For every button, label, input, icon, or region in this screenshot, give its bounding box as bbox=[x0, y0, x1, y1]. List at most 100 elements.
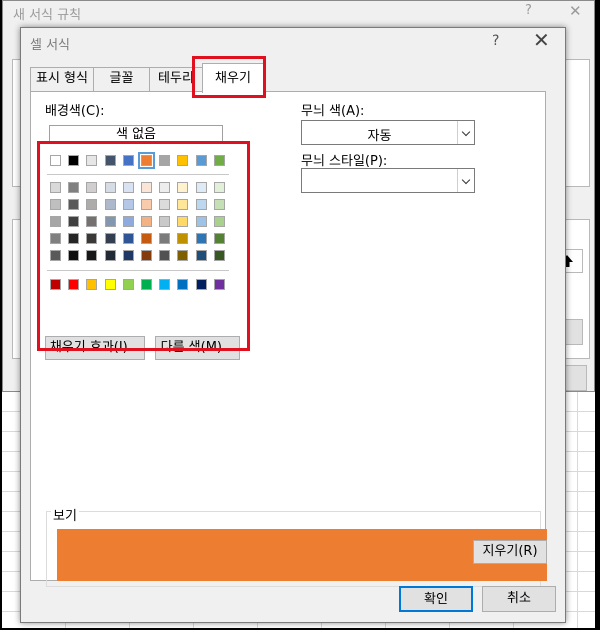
color-swatch[interactable] bbox=[177, 199, 189, 210]
color-swatch[interactable] bbox=[195, 199, 207, 210]
bg-close-icon[interactable]: ✕ bbox=[569, 2, 582, 20]
palette-divider bbox=[47, 174, 229, 175]
color-swatch[interactable] bbox=[50, 250, 61, 261]
new-format-rule-title: 새 서식 규칙 bbox=[13, 8, 82, 23]
color-swatch[interactable] bbox=[104, 199, 116, 210]
palette-divider bbox=[47, 270, 229, 271]
pattern-style-dropdown[interactable] bbox=[301, 168, 475, 193]
color-swatch[interactable] bbox=[159, 233, 171, 244]
color-swatch[interactable] bbox=[141, 250, 152, 261]
color-swatch[interactable] bbox=[86, 155, 98, 166]
color-swatch[interactable] bbox=[50, 155, 61, 166]
color-swatch[interactable] bbox=[50, 199, 61, 210]
color-swatch[interactable] bbox=[195, 182, 207, 193]
color-swatch[interactable] bbox=[213, 216, 225, 227]
pattern-color-value: 자동 bbox=[367, 129, 392, 144]
background-color-label: 배경색(C): bbox=[45, 104, 105, 119]
preview-label: 보기 bbox=[51, 505, 79, 524]
more-colors-button[interactable]: 다른 색(M)... bbox=[155, 336, 240, 360]
chevron-down-icon bbox=[457, 169, 474, 192]
color-swatch[interactable] bbox=[104, 182, 116, 193]
color-swatch[interactable] bbox=[104, 250, 116, 261]
standard-color-swatch[interactable] bbox=[68, 279, 80, 290]
color-swatch[interactable] bbox=[138, 152, 155, 169]
color-swatch[interactable] bbox=[141, 233, 152, 244]
color-swatch[interactable] bbox=[68, 182, 80, 193]
tab-number[interactable]: 표시 형식 bbox=[30, 67, 94, 91]
color-swatch[interactable] bbox=[86, 250, 98, 261]
color-swatch[interactable] bbox=[86, 182, 98, 193]
color-swatch[interactable] bbox=[104, 233, 116, 244]
pattern-color-label: 무늬 색(A): bbox=[301, 104, 365, 119]
color-swatch[interactable] bbox=[213, 182, 225, 193]
pattern-style-label: 무늬 스타일(P): bbox=[301, 154, 388, 169]
color-swatch[interactable] bbox=[159, 216, 171, 227]
color-swatch[interactable] bbox=[122, 199, 134, 210]
color-swatch[interactable] bbox=[195, 155, 207, 166]
standard-color-swatch[interactable] bbox=[86, 279, 98, 290]
standard-color-swatch[interactable] bbox=[159, 279, 171, 290]
standard-color-swatch[interactable] bbox=[195, 279, 207, 290]
ok-button[interactable]: 확인 bbox=[399, 586, 473, 612]
color-swatch[interactable] bbox=[68, 216, 80, 227]
help-icon[interactable]: ? bbox=[492, 33, 499, 49]
no-color-button[interactable]: 색 없음 bbox=[49, 125, 223, 144]
standard-color-swatch[interactable] bbox=[50, 279, 61, 290]
fill-effects-button[interactable]: 채우기 효과(I)... bbox=[45, 336, 145, 360]
pattern-color-dropdown[interactable]: 자동 bbox=[301, 120, 475, 145]
color-swatch[interactable] bbox=[122, 182, 134, 193]
color-swatch[interactable] bbox=[195, 250, 207, 261]
color-swatch[interactable] bbox=[68, 233, 80, 244]
color-swatch[interactable] bbox=[50, 216, 61, 227]
color-swatch[interactable] bbox=[86, 199, 98, 210]
format-cells-dialog: 셀 서식 ? ✕ 표시 형식 글꼴 테두리 채우기 배경색(C): 색 없음 채… bbox=[20, 27, 566, 623]
color-swatch[interactable] bbox=[177, 182, 189, 193]
color-swatch[interactable] bbox=[141, 199, 152, 210]
color-swatch[interactable] bbox=[122, 233, 134, 244]
color-swatch[interactable] bbox=[213, 199, 225, 210]
color-swatch[interactable] bbox=[86, 233, 98, 244]
tab-font[interactable]: 글꼴 bbox=[93, 67, 150, 91]
standard-color-swatch[interactable] bbox=[104, 279, 116, 290]
tab-border[interactable]: 테두리 bbox=[149, 67, 203, 91]
color-swatch[interactable] bbox=[159, 250, 171, 261]
standard-color-swatch[interactable] bbox=[213, 279, 225, 290]
color-swatch[interactable] bbox=[68, 199, 80, 210]
color-swatch[interactable] bbox=[177, 216, 189, 227]
color-swatch[interactable] bbox=[159, 199, 171, 210]
tab-fill[interactable]: 채우기 bbox=[202, 63, 264, 93]
color-swatch[interactable] bbox=[68, 155, 80, 166]
color-swatch[interactable] bbox=[177, 233, 189, 244]
color-swatch[interactable] bbox=[213, 155, 225, 166]
chevron-down-icon bbox=[457, 121, 474, 144]
color-swatch[interactable] bbox=[141, 216, 152, 227]
color-swatch[interactable] bbox=[104, 155, 116, 166]
bg-help-icon[interactable]: ? bbox=[525, 3, 532, 18]
color-swatch[interactable] bbox=[104, 216, 116, 227]
color-swatch[interactable] bbox=[122, 155, 134, 166]
color-swatch[interactable] bbox=[50, 233, 61, 244]
color-swatch[interactable] bbox=[195, 216, 207, 227]
clear-button[interactable]: 지우기(R) bbox=[473, 540, 547, 564]
color-swatch[interactable] bbox=[213, 250, 225, 261]
fill-tab-panel: 배경색(C): 색 없음 채우기 효과(I)... 다른 색(M)... 무늬 … bbox=[30, 91, 547, 587]
cancel-button[interactable]: 취소 bbox=[482, 586, 556, 612]
color-swatch[interactable] bbox=[177, 250, 189, 261]
color-swatch[interactable] bbox=[195, 233, 207, 244]
color-swatch[interactable] bbox=[141, 182, 152, 193]
close-icon[interactable]: ✕ bbox=[533, 30, 550, 50]
standard-color-swatch[interactable] bbox=[122, 279, 134, 290]
color-swatch[interactable] bbox=[159, 155, 171, 166]
color-swatch[interactable] bbox=[213, 233, 225, 244]
color-swatch[interactable] bbox=[86, 216, 98, 227]
color-swatch[interactable] bbox=[122, 250, 134, 261]
color-swatch[interactable] bbox=[159, 182, 171, 193]
standard-color-swatch[interactable] bbox=[177, 279, 189, 290]
standard-color-swatch[interactable] bbox=[141, 279, 152, 290]
color-swatch[interactable] bbox=[50, 182, 61, 193]
color-swatch[interactable] bbox=[122, 216, 134, 227]
color-swatch[interactable] bbox=[68, 250, 80, 261]
bg-cancel-button[interactable] bbox=[563, 365, 587, 391]
color-swatch[interactable] bbox=[177, 155, 189, 166]
dialog-title: 셀 서식 bbox=[30, 38, 71, 53]
